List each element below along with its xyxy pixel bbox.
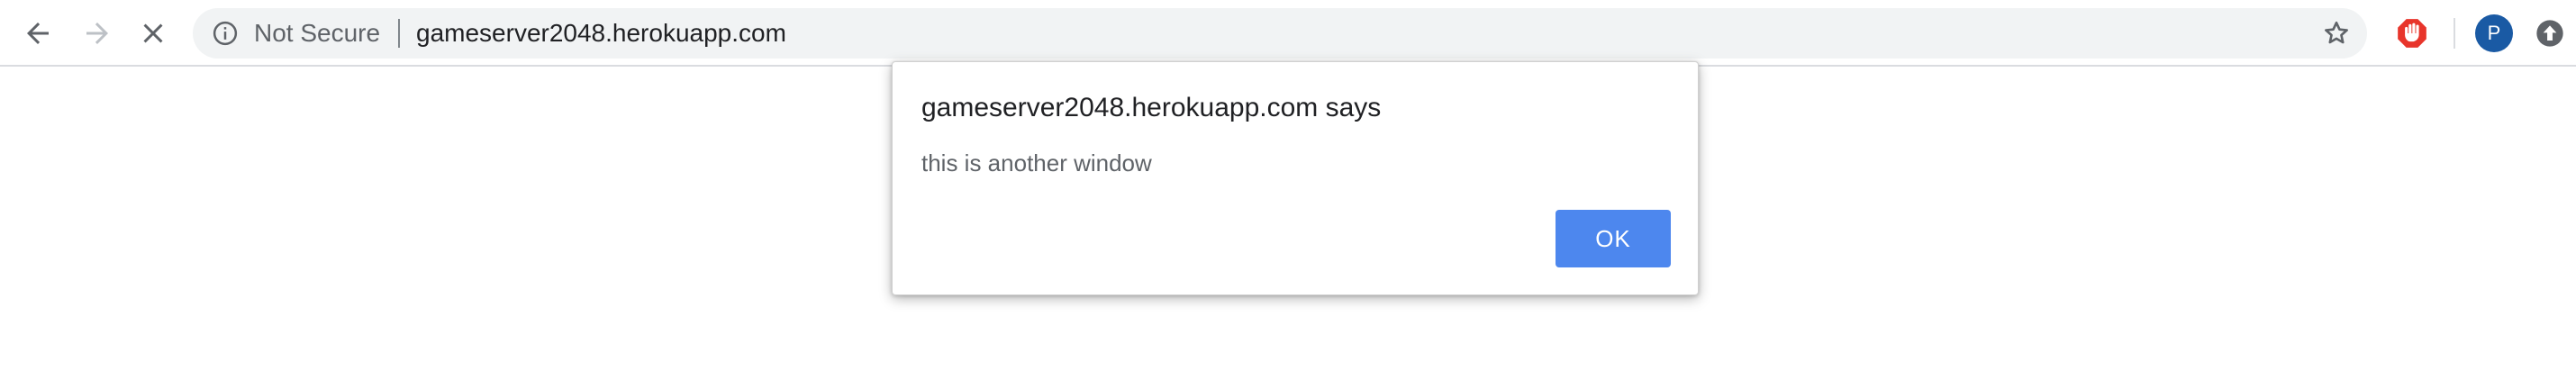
address-bar[interactable]: Not Secure gameserver2048.herokuapp.com bbox=[193, 8, 2367, 59]
dialog-title: gameserver2048.herokuapp.com says bbox=[921, 93, 1382, 122]
arrow-left-icon bbox=[27, 23, 49, 44]
stop-loading-button[interactable] bbox=[132, 12, 175, 55]
alert-dialog: gameserver2048.herokuapp.com says this i… bbox=[892, 61, 1699, 295]
red-shield-extension-icon[interactable] bbox=[2392, 14, 2432, 53]
star-outline-icon[interactable] bbox=[2318, 15, 2354, 51]
url-text[interactable]: gameserver2048.herokuapp.com bbox=[416, 8, 786, 59]
close-icon bbox=[143, 23, 163, 43]
arrow-right-icon bbox=[86, 23, 108, 44]
dialog-message: this is another window bbox=[921, 149, 1152, 176]
update-arrow-icon[interactable] bbox=[2535, 18, 2565, 49]
profile-avatar[interactable]: P bbox=[2475, 14, 2513, 52]
toolbar-separator bbox=[2454, 18, 2455, 49]
ok-button[interactable]: OK bbox=[1556, 210, 1671, 267]
back-button[interactable] bbox=[16, 12, 59, 55]
omnibox-divider bbox=[398, 19, 400, 48]
browser-toolbar: Not Secure gameserver2048.herokuapp.com … bbox=[0, 0, 2576, 67]
security-status-label[interactable]: Not Secure bbox=[254, 8, 380, 59]
info-circle-icon[interactable] bbox=[211, 19, 240, 48]
forward-button[interactable] bbox=[76, 12, 119, 55]
